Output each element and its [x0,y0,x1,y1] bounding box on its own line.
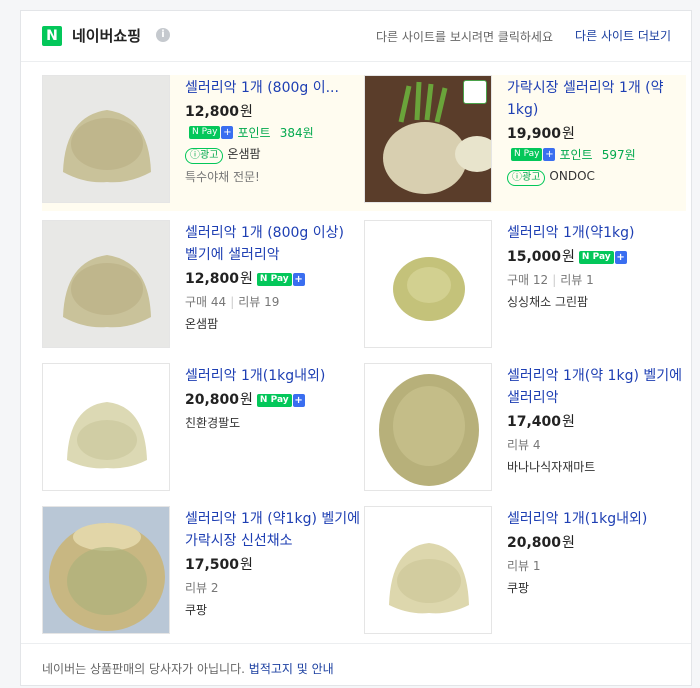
review-label: 리뷰 [507,559,530,573]
legal-notice-link[interactable]: 법적고지 및 안내 [249,662,334,676]
review-count: 4 [532,438,541,452]
product-image[interactable] [42,506,170,634]
plus-icon: + [221,126,234,139]
product-card[interactable]: 셀러리악 1개(약 1kg) 벨기에 샐러리악 17,400원 리뷰 4 바나나… [364,363,686,499]
product-card[interactable]: 셀러리악 1개(1kg내외) 20,800원 N Pay + 친환경팔도 [42,363,364,499]
seller-name[interactable]: 쿠팡 [507,579,682,597]
product-name[interactable]: 셀러리악 1개(1kg내외) [185,365,360,387]
ad-badge[interactable]: ⓘ광고 [185,148,224,164]
review-label: 리뷰 [507,438,530,452]
seller-name[interactable]: 바나나식자재마트 [507,458,682,476]
review-count: 19 [264,295,280,309]
product-price: 20,800원 [507,535,575,551]
product-name[interactable]: 셀러리악 1개(1kg내외) [507,508,682,530]
product-name[interactable]: 셀러리악 1개 (약1kg) 벨기에 가락시장 신선채소 [185,508,360,552]
info-icon[interactable]: i [156,28,170,42]
product-name[interactable]: 셀러리악 1개(약 1kg) 벨기에 샐러리악 [507,365,682,409]
more-sites-link[interactable]: 다른 사이트 더보기 [575,27,671,44]
product-name[interactable]: 가락시장 셀러리악 1개 (약1kg) [507,77,682,121]
product-price: 20,800원 N Pay + [185,392,305,408]
plus-icon: + [292,272,305,286]
plus-icon: + [292,393,305,407]
product-card[interactable]: 셀러리악 1개 (약1kg) 벨기에 가락시장 신선채소 17,500원 리뷰 … [42,506,364,642]
ad-badge[interactable]: ⓘ광고 [507,170,546,186]
seller-name[interactable]: 온샘팜 [185,315,360,333]
points-label: 포인트 [559,148,593,162]
panel-footer: 네이버는 상품판매의 당사자가 아닙니다. 법적고지 및 안내 [21,643,691,687]
points-value: 597원 [601,148,636,162]
seller-name[interactable]: ONDOC [549,169,595,183]
npay-icon: N Pay [511,148,543,161]
product-image[interactable] [42,363,170,491]
product-price: 17,400원 [507,414,575,430]
plus-icon: + [614,250,627,264]
npay-icon: N Pay [256,393,292,407]
seller-name[interactable]: 싱싱채소 그린팜 [507,293,682,311]
seller-name[interactable]: 온샘팜 [227,147,260,161]
product-image[interactable] [364,220,492,348]
header-hint: 다른 사이트를 보시려면 클릭하세요 [375,30,553,44]
seller-tagline: 특수야채 전문! [185,170,260,184]
product-card[interactable]: 가락시장 셀러리악 1개 (약1kg) 19,900원 N Pay + 포인트 59… [364,75,686,211]
product-card[interactable]: 셀러리악 1개 (800g 이... 12,800원 N Pay + 포인트 384… [42,75,364,211]
product-price: 17,500원 [185,557,253,573]
product-image[interactable] [364,506,492,634]
review-label: 리뷰 [185,581,208,595]
shopping-panel: N 네이버쇼핑 i 다른 사이트를 보시려면 클릭하세요 다른 사이트 더보기 … [20,10,692,686]
review-label: 리뷰 [238,295,261,309]
naver-logo-icon: N [42,26,62,46]
purchase-count: 12 [532,273,549,287]
product-name[interactable]: 셀러리악 1개 (800g 이... [185,77,360,99]
product-name[interactable]: 셀러리악 1개(약1kg) [507,222,682,244]
product-price: 12,800원 [185,104,253,120]
product-image[interactable] [364,75,492,203]
seller-name[interactable]: 친환경팔도 [185,414,360,432]
product-name[interactable]: 셀러리악 1개 (800g 이상) 벨기에 샐러리악 [185,222,360,266]
product-image[interactable] [42,220,170,348]
product-card[interactable]: 셀러리악 1개 (800g 이상) 벨기에 샐러리악 12,800원 N Pay +… [42,220,364,356]
seller-name[interactable]: 쿠팡 [185,601,360,619]
purchase-label: 구매 [507,273,530,287]
product-card[interactable]: 셀러리악 1개(1kg내외) 20,800원 리뷰 1 쿠팡 [364,506,686,642]
panel-header: N 네이버쇼핑 i 다른 사이트를 보시려면 클릭하세요 다른 사이트 더보기 [21,11,691,62]
purchase-label: 구매 [185,295,208,309]
review-count: 2 [210,581,219,595]
panel-title[interactable]: 네이버쇼핑 [72,25,141,46]
product-image[interactable] [42,75,170,203]
points-label: 포인트 [237,126,271,140]
product-price: 12,800원 N Pay + [185,271,305,287]
market-badge-icon [463,80,487,104]
review-count: 1 [586,273,594,287]
plus-icon: + [543,148,556,161]
npay-icon: N Pay [578,250,614,264]
product-image[interactable] [364,363,492,491]
product-card[interactable]: 셀러리악 1개(약1kg) 15,000원 N Pay + 구매 12 | 리뷰 1 싱… [364,220,686,356]
product-price: 15,000원 N Pay + [507,249,627,265]
points-value: 384원 [279,126,314,140]
review-label: 리뷰 [560,273,583,287]
product-price: 19,900원 [507,126,575,142]
disclaimer-text: 네이버는 상품판매의 당사자가 아닙니다. [42,662,245,676]
review-count: 1 [532,559,541,573]
purchase-count: 44 [210,295,227,309]
npay-icon: N Pay [256,272,292,286]
npay-icon: N Pay [189,126,221,139]
